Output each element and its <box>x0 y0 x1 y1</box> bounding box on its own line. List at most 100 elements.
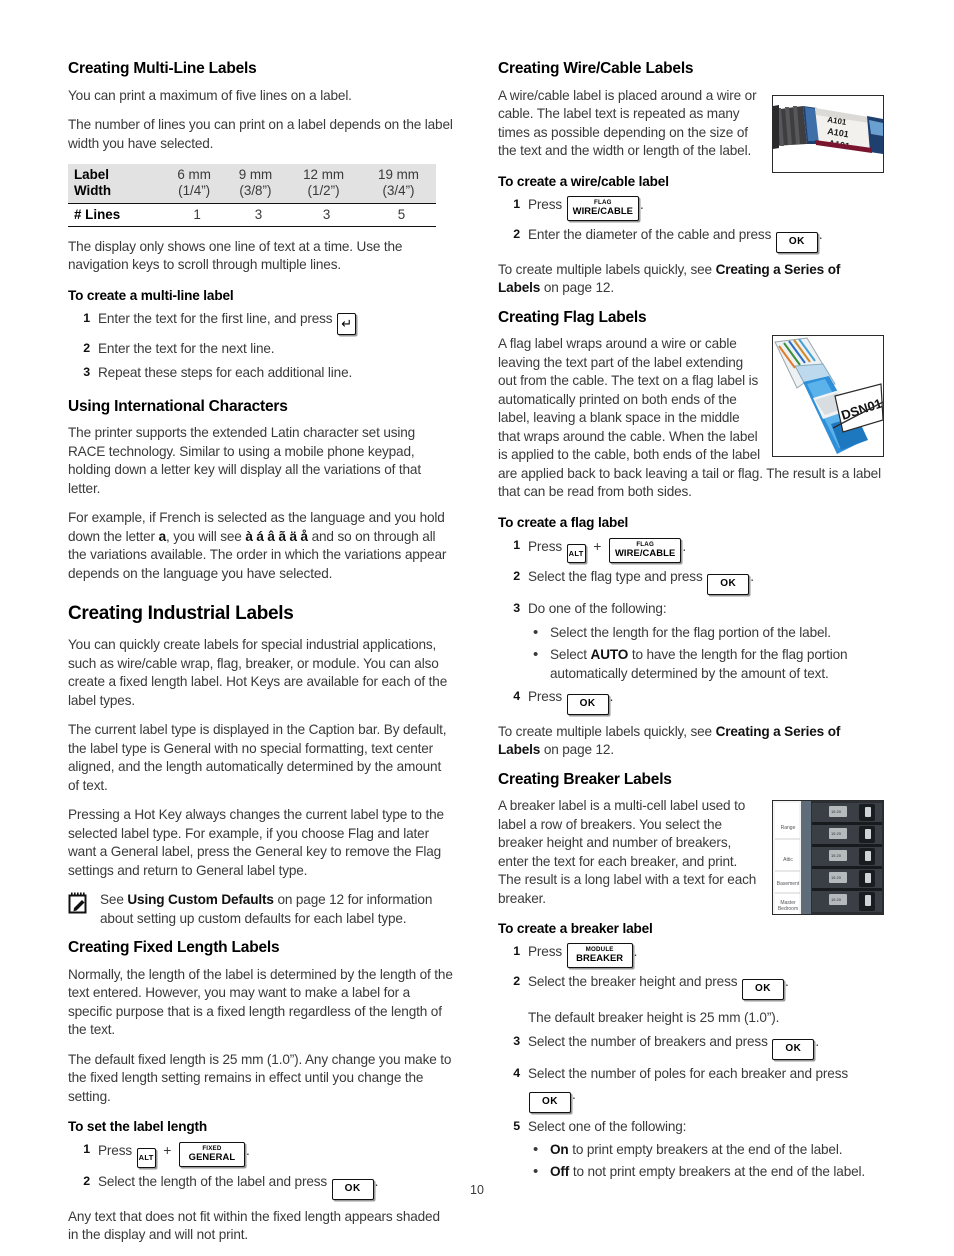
step-item: 1 Enter the text for the first line, and… <box>68 309 453 335</box>
paragraph: A wire/cable label is placed around a wi… <box>498 87 757 159</box>
step-number: 1 <box>513 944 520 959</box>
section-heading-international-characters: Using International Characters <box>68 397 288 415</box>
step-number: 2 <box>83 340 90 355</box>
inline-bold: a <box>158 528 167 544</box>
breaker-label: Attic <box>783 857 793 863</box>
step-number: 4 <box>513 1066 520 1081</box>
alt-key-icon[interactable]: ALT <box>566 543 586 564</box>
inline-bold: AUTO <box>590 646 629 662</box>
manual-page: Creating Multi-Line Labels You can print… <box>0 0 954 1242</box>
cross-reference-paragraph: To create multiple labels quickly, see C… <box>498 261 841 296</box>
accented-characters: à á â ã ä å <box>245 528 308 544</box>
plus-sign: + <box>163 1142 172 1159</box>
left-column: Creating Multi-Line Labels You can print… <box>68 60 453 1256</box>
enter-key-icon[interactable]: ↵ <box>337 312 357 335</box>
step-text: Select the number of breakers and press <box>528 1034 768 1050</box>
paragraph: The number of lines you can print on a l… <box>68 117 453 151</box>
step-text: Enter the diameter of the cable and pres… <box>528 226 772 242</box>
step-text: Select one of the following: <box>528 1118 687 1134</box>
section-heading-wire-cable-labels: Creating Wire/Cable Labels <box>498 60 694 77</box>
ok-key-icon[interactable]: OK <box>529 1091 571 1113</box>
paragraph: Normally, the length of the label is det… <box>68 966 453 1038</box>
step-sub-text: The default breaker height is 25 mm (1.0… <box>528 1010 780 1026</box>
ok-key-icon[interactable]: OK <box>772 1039 815 1061</box>
table-header-row: Label Width 6 mm (1/4”) 9 mm (3/8”) 12 m… <box>68 164 436 204</box>
svg-text:15 20: 15 20 <box>831 853 842 858</box>
bullet-item: Select AUTO to have the length for the f… <box>528 644 883 683</box>
step-text: Press <box>528 196 562 212</box>
ok-key-icon[interactable]: OK <box>775 231 818 253</box>
flag-label-photo: DSN01 <box>772 335 884 457</box>
step-item: 1 Press MODULE BREAKER . <box>498 942 883 969</box>
notepad-icon <box>68 892 89 914</box>
page-number: 10 <box>470 1183 484 1197</box>
cross-reference-paragraph: To create multiple labels quickly, see C… <box>498 723 841 758</box>
step-list: 3 Select the number of breakers and pres… <box>498 1032 883 1182</box>
bullet-item: Off to not print empty breakers at the e… <box>528 1161 883 1182</box>
table-row: # Lines 1 3 3 5 <box>68 203 436 227</box>
flag-wire-cable-key-icon[interactable]: FLAG WIRE/CABLE <box>608 537 682 563</box>
step-item: 1 Press ALT + FLAG WIRE/CABLE . <box>498 536 883 564</box>
table-col-header: 19 mm (3/4”) <box>378 167 419 199</box>
step-text: Enter the text for the next line. <box>98 340 275 356</box>
section-heading-multi-line-labels: Creating Multi-Line Labels <box>68 60 257 77</box>
paragraph: The printer supports the extended Latin … <box>68 425 421 496</box>
module-breaker-key-icon[interactable]: MODULE BREAKER <box>566 943 633 969</box>
fixed-general-key-icon[interactable]: FIXED GENERAL <box>178 1142 245 1168</box>
note-callout: See Using Custom Defaults on page 12 for… <box>68 891 453 928</box>
paragraph: Any text that does not fit within the fi… <box>68 1208 440 1243</box>
step-text: Press <box>528 688 562 704</box>
step-item: 2 Select the flag type and press OK. <box>498 567 883 596</box>
task-heading-create-flag-label: To create a flag label <box>498 514 629 530</box>
step-text: Press <box>528 538 562 554</box>
bullet-item: On to print empty breakers at the end of… <box>528 1139 883 1160</box>
step-number: 4 <box>513 688 520 703</box>
step-number: 3 <box>513 601 520 616</box>
table-row-header: Label Width <box>74 167 112 199</box>
table-cell: 3 <box>322 206 331 222</box>
table-cell: # Lines <box>74 206 121 222</box>
step-item: 4 Select the number of poles for each br… <box>498 1064 883 1113</box>
table-col-header: 6 mm (1/4”) <box>177 167 211 199</box>
flag-wire-cable-key-icon[interactable]: FLAG WIRE/CABLE <box>566 195 640 221</box>
step-number: 3 <box>513 1034 520 1049</box>
bullet-item: Select the length for the flag portion o… <box>528 622 883 643</box>
step-list: 1 Press MODULE BREAKER . 2 Select the br… <box>498 942 883 1001</box>
breaker-panel-photo: Range Attic Basement Master Bedroom 15 2… <box>772 800 884 915</box>
svg-text:15 20: 15 20 <box>831 897 842 902</box>
paragraph: The default fixed length is 25 mm (1.0”)… <box>68 1051 452 1104</box>
alt-key-icon[interactable]: ALT <box>136 1148 156 1168</box>
section-heading-fixed-length-labels: Creating Fixed Length Labels <box>68 939 280 957</box>
table-col-header: 9 mm (3/8”) <box>238 167 273 199</box>
breaker-label: Bedroom <box>778 906 798 912</box>
step-text: Do one of the following: <box>528 601 667 617</box>
paragraph: You can quickly create labels for specia… <box>68 637 448 708</box>
right-column: Creating Wire/Cable Labels A wire/cable … <box>498 60 883 1189</box>
ok-key-icon[interactable]: OK <box>566 693 609 715</box>
inline-bold: On <box>550 1142 569 1157</box>
cross-reference[interactable]: Using Custom Defaults <box>127 892 274 907</box>
step-number: 1 <box>83 1142 90 1157</box>
table-col-header: 12 mm (1/2”) <box>303 167 345 199</box>
plus-sign: + <box>593 537 602 554</box>
task-heading-create-multi-line-label: To create a multi-line label <box>68 287 234 303</box>
ok-key-icon[interactable]: OK <box>707 574 750 596</box>
table-cell: 3 <box>254 206 263 222</box>
chapter-heading-industrial-labels: Creating Industrial Labels <box>68 603 294 625</box>
step-item: 1 Press FLAG WIRE/CABLE . <box>498 195 883 221</box>
breaker-label: Range <box>781 825 796 831</box>
step-number: 2 <box>513 226 520 241</box>
ok-key-icon[interactable]: OK <box>742 979 785 1001</box>
bullet-list: On to print empty breakers at the end of… <box>528 1139 883 1182</box>
step-list: 1 Press FLAG WIRE/CABLE . 2 Enter the di… <box>498 195 883 253</box>
paragraph: You can print a maximum of five lines on… <box>68 87 352 103</box>
step-list: 1 Enter the text for the first line, and… <box>68 309 453 384</box>
breaker-label: Basement <box>777 881 800 887</box>
step-text: Press <box>98 1143 132 1159</box>
step-text: Select the flag type and press <box>528 569 703 585</box>
paragraph: The current label type is displayed in t… <box>68 722 447 793</box>
paragraph: A breaker label is a multi-cell label us… <box>498 798 757 906</box>
svg-text:15 20: 15 20 <box>831 809 842 814</box>
note-text: See Using Custom Defaults on page 12 for… <box>100 892 433 926</box>
table-cell: 1 <box>193 206 201 222</box>
